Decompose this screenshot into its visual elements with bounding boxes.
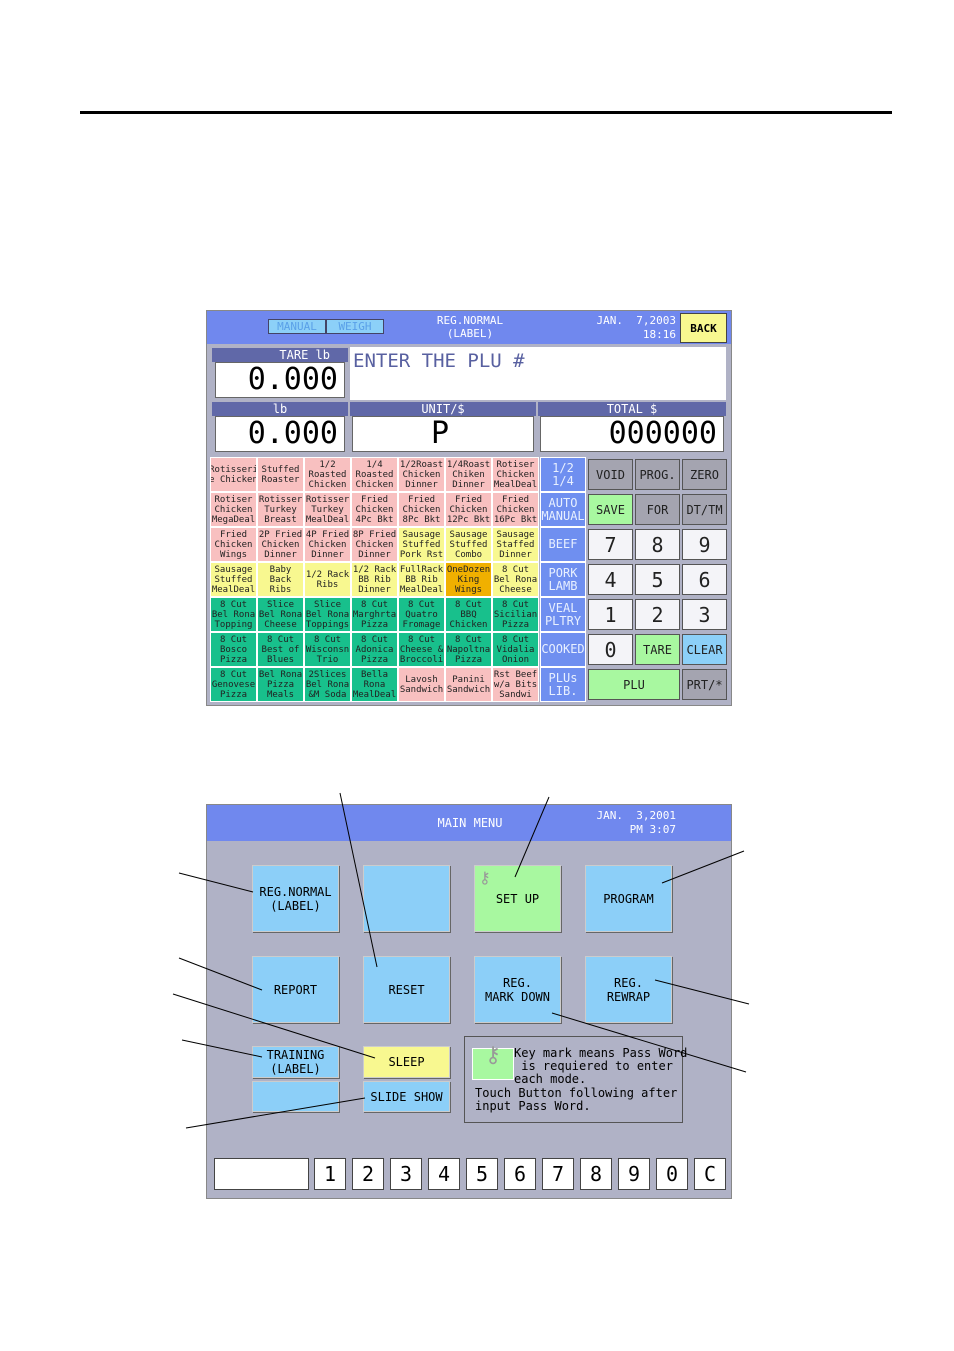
- callout-line: [172, 993, 376, 1059]
- callout-lines: [172, 792, 750, 1129]
- callout-line: [181, 1039, 263, 1058]
- callout-line: [185, 1097, 366, 1129]
- callout-line: [178, 872, 254, 893]
- callout-line: [654, 979, 750, 1005]
- callout-line: [178, 957, 263, 991]
- callout-line: [661, 850, 745, 884]
- callout-line: [514, 796, 550, 878]
- callout-line: [551, 1012, 747, 1073]
- callout-line: [339, 792, 378, 968]
